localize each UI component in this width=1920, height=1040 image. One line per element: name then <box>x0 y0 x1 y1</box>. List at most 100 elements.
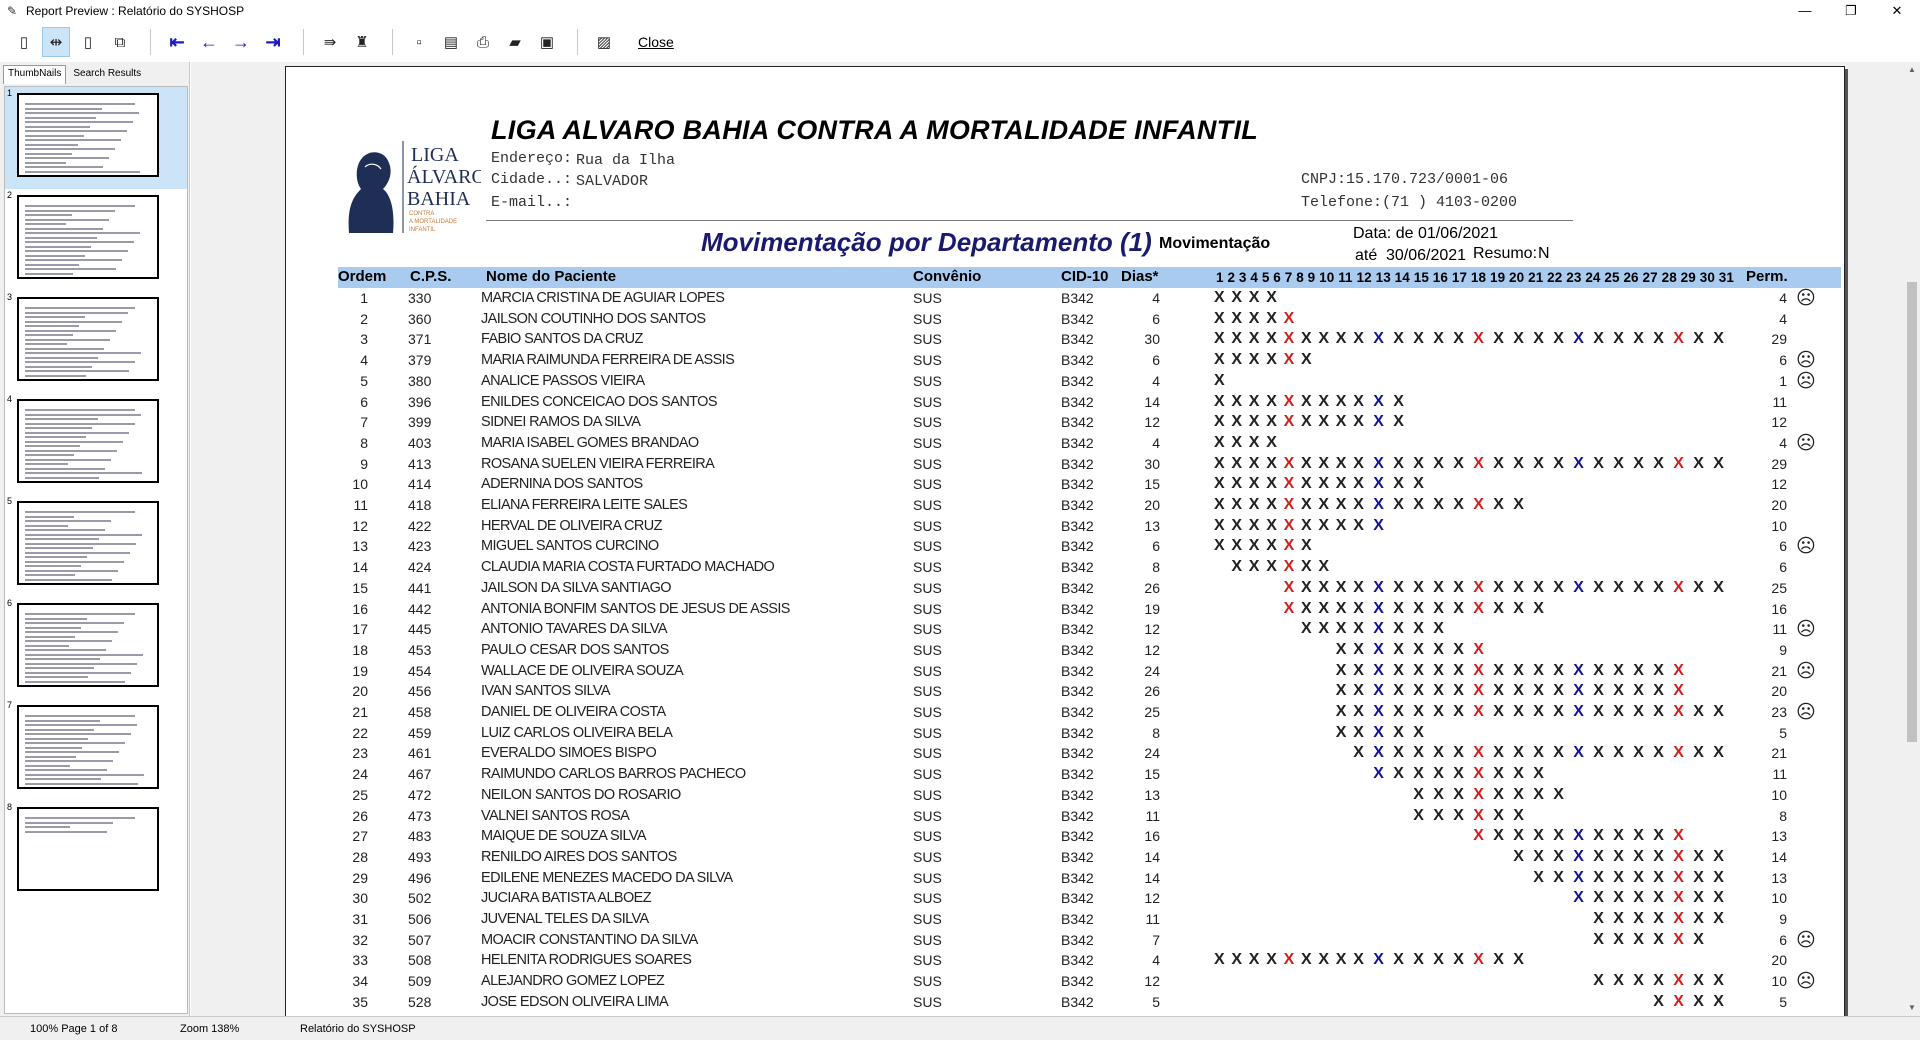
thumbnail-line <box>25 356 98 359</box>
thumbnail-line <box>25 236 97 239</box>
cell-perm: 21 <box>1771 745 1787 762</box>
table-row: 1 330 MARCIA CRISTINA DE AGUIAR LOPES SUS B3… <box>338 289 1841 309</box>
day-mark: X <box>1283 330 1295 348</box>
day-mark: X <box>1413 661 1424 679</box>
page-width-icon[interactable]: ⇹ <box>42 27 70 57</box>
thumbnail-line <box>25 671 131 674</box>
help-icon[interactable]: ▨ <box>590 27 618 57</box>
page-thumbnail[interactable]: 8 <box>5 801 187 903</box>
day-mark: X <box>1231 558 1243 576</box>
table-row: 6 396 ENILDES CONCEICAO DOS SANTOS SUS B342 1… <box>338 393 1841 413</box>
status-zoom: Zoom 138% <box>180 1022 240 1035</box>
thumbnail-page <box>17 195 159 279</box>
day-mark: X <box>1373 703 1384 720</box>
full-page-icon[interactable]: ▯ <box>74 27 102 57</box>
page-thumbnail[interactable]: 3 <box>5 291 187 393</box>
day-mark: X <box>1373 496 1384 513</box>
organization-name: LIGA ALVARO BAHIA CONTRA A MORTALIDADE I… <box>491 115 1259 145</box>
page-thumbnail[interactable]: 7 <box>5 699 187 801</box>
thumbnail-line <box>25 440 123 443</box>
cell-ordem: 27 <box>352 828 368 845</box>
single-page-icon[interactable]: ▯ <box>10 27 38 57</box>
table-row: 14 424 CLAUDIA MARIA COSTA FURTADO MACHADO… <box>338 558 1841 578</box>
last-page-icon[interactable]: ⇥ <box>259 27 287 57</box>
day-mark: X <box>1413 330 1424 348</box>
thumbnail-line <box>25 166 103 168</box>
cell-perm: 21 <box>1771 662 1787 679</box>
date-from: 01/06/2021 <box>1418 225 1499 242</box>
page-thumbnail[interactable]: 4 <box>5 393 187 495</box>
page-thumbnail[interactable]: 2 <box>5 189 187 291</box>
cell-perm: 9 <box>1779 911 1787 927</box>
day-mark: X <box>1673 868 1684 886</box>
day-mark: X <box>1373 599 1384 617</box>
first-page-icon[interactable]: ⇤ <box>163 27 191 57</box>
print-setup-icon[interactable]: ▤ <box>437 27 465 57</box>
print-icon[interactable]: ⎙ <box>469 27 497 57</box>
multi-page-icon[interactable]: ⧉ <box>106 27 134 57</box>
save-icon[interactable]: ▣ <box>533 27 561 57</box>
day-mark: X <box>1318 558 1330 576</box>
new-document-icon[interactable]: ▫ <box>405 27 433 57</box>
page-thumbnail[interactable]: 5 <box>5 495 187 597</box>
thumbnail-line <box>25 427 92 429</box>
day-mark: X <box>1433 785 1444 803</box>
goto-page-icon[interactable]: ⇛ <box>316 27 344 57</box>
day-mark: X <box>1573 661 1584 679</box>
thumbnail-line <box>25 626 81 629</box>
maximize-button[interactable]: ❐ <box>1828 0 1874 22</box>
page-thumbnail[interactable]: 1 <box>5 87 187 189</box>
thumbnail-line <box>25 214 72 216</box>
tab-thumbnails[interactable]: ThumbNails <box>3 65 67 84</box>
day-mark: X <box>1353 744 1364 762</box>
next-page-icon[interactable]: → <box>227 27 255 57</box>
day-mark: X <box>1513 454 1524 472</box>
day-mark: X <box>1283 454 1295 472</box>
cell-cps: 423 <box>408 538 432 555</box>
day-mark: X <box>1533 330 1544 348</box>
vertical-scrollbar[interactable]: ▲ ▼ <box>1904 62 1920 1016</box>
close-button[interactable]: Close <box>632 34 680 50</box>
day-mark: X <box>1693 330 1704 348</box>
tab-search-results[interactable]: Search Results <box>68 65 147 84</box>
day-mark: X <box>1231 330 1243 348</box>
page-thumbnail[interactable]: 6 <box>5 597 187 699</box>
day-mark: X <box>1613 330 1624 348</box>
open-folder-icon[interactable]: ▰ <box>501 27 529 57</box>
day-mark: X <box>1335 392 1347 410</box>
day-mark: X <box>1673 744 1684 762</box>
table-row: 2 360 JAILSON COUTINHO DOS SANTOS SUS B342 6 4… <box>338 310 1841 330</box>
thumbnail-line <box>25 529 105 531</box>
scroll-up-icon[interactable]: ▲ <box>1904 62 1920 78</box>
logo-text-contra: CONTRA <box>409 211 434 217</box>
day-mark: X <box>1633 661 1644 679</box>
thumbnail-line <box>25 715 135 717</box>
cell-convenio: SUS <box>913 352 942 369</box>
day-mark: X <box>1593 682 1604 700</box>
thumbnail-line <box>25 152 72 155</box>
table-row: 19 454 WALLACE DE OLIVEIRA SOUZA SUS B342 24 2… <box>338 662 1841 682</box>
cell-nome: SIDNEI RAMOS DA SILVA <box>481 414 641 431</box>
day-mark: X <box>1335 661 1347 679</box>
thumbnail-line <box>25 830 107 833</box>
cell-nome: JOSE EDSON OLIVEIRA LIMA <box>481 993 669 1010</box>
scroll-down-icon[interactable]: ▼ <box>1904 1000 1920 1016</box>
thumbnail-line <box>25 125 90 128</box>
scroll-thumb[interactable] <box>1907 282 1917 742</box>
day-mark: X <box>1214 392 1225 410</box>
find-icon[interactable]: ♜ <box>348 27 376 57</box>
thumbnail-line <box>25 724 137 726</box>
cell-cid: B342 <box>1061 517 1094 534</box>
day-mark: X <box>1248 951 1260 969</box>
minimize-button[interactable]: — <box>1782 0 1828 22</box>
thumbnail-line <box>25 103 135 105</box>
day-mark: X <box>1673 972 1684 990</box>
day-mark: X <box>1653 330 1664 348</box>
close-window-button[interactable]: ✕ <box>1874 0 1920 22</box>
cell-convenio: SUS <box>913 414 942 431</box>
previous-page-icon[interactable]: ← <box>195 27 223 57</box>
day-mark: X <box>1673 827 1684 845</box>
thumbnail-line <box>25 431 129 434</box>
day-mark: X <box>1301 392 1312 410</box>
day-mark: X <box>1673 703 1684 720</box>
